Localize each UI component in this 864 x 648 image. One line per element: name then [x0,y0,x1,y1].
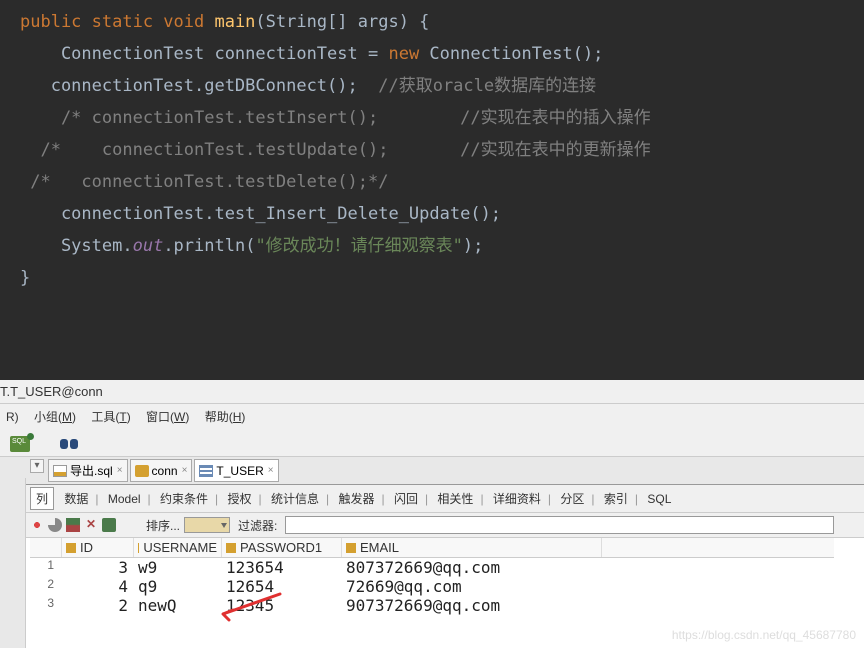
code-line-6: /* connectionTest.testDelete();*/ [0,166,864,198]
data-grid: ID USERNAME PASSWORD1 EMAIL 1 3 w9 12365… [0,538,864,615]
side-panel [0,478,26,648]
tab-tuser[interactable]: T_USER× [194,459,278,482]
code-line-4: /* connectionTest.testInsert(); //实现在表中的… [0,102,864,134]
code-line-3: connectionTest.getDBConnect(); //获取oracl… [0,70,864,102]
code-line-10: System.out.println("修改成功！请仔细观察表"); [0,230,864,262]
filter-toolbar: ✕ 排序... 过滤器: [0,513,864,538]
column-icon [346,543,356,553]
subtab-index[interactable]: 索引 [598,487,634,510]
sort-label: 排序... [146,517,180,534]
title-bar: T.T_USER@conn [0,380,864,404]
rollback-icon[interactable] [120,518,134,532]
menu-bar: R) 小组(M) 工具(T) 窗口(W) 帮助(H) [0,404,864,429]
code-line-1: public static void main(String[] args) { [0,6,864,38]
table-row[interactable]: 2 4 q9 12654 72669@qq.com [30,577,834,596]
table-row[interactable]: 1 3 w9 123654 807372669@qq.com [30,558,834,577]
sub-tabs: 列 数据| Model| 约束条件| 授权| 统计信息| 触发器| 闪回| 相关… [0,485,864,513]
column-icon [226,543,236,553]
header-email[interactable]: EMAIL [342,538,602,557]
subtab-trigger[interactable]: 触发器 [332,487,380,510]
close-icon[interactable]: × [182,465,188,476]
watermark: https://blog.csdn.net/qq_45687780 [672,628,856,642]
pin-icon[interactable] [30,518,44,532]
close-icon[interactable]: × [117,465,123,476]
header-id[interactable]: ID [62,538,134,557]
tab-conn[interactable]: conn× [130,459,193,482]
subtab-partition[interactable]: 分区 [554,487,590,510]
insert-row-icon[interactable] [66,518,80,532]
filter-label: 过滤器: [238,517,277,534]
sql-file-icon [53,465,67,477]
grid-header: ID USERNAME PASSWORD1 EMAIL [30,538,834,558]
subtab-sql[interactable]: SQL [641,489,677,509]
column-icon [138,543,139,553]
tab-export-sql[interactable]: 导出.sql× [48,459,128,482]
header-password[interactable]: PASSWORD1 [222,538,342,557]
menu-r[interactable]: R) [0,408,25,426]
table-row[interactable]: 3 2 newQ 12345 907372669@qq.com [30,596,834,615]
menu-tools[interactable]: 工具(T) [85,406,136,427]
code-line-2: ConnectionTest connectionTest = new Conn… [0,38,864,70]
code-line-5: /* connectionTest.testUpdate(); //实现在表中的… [0,134,864,166]
subtab-grant[interactable]: 授权 [221,487,257,510]
code-line-11: } [0,262,864,294]
delete-row-icon[interactable]: ✕ [84,518,98,532]
sql-worksheet-icon[interactable] [10,436,30,452]
header-rownum [30,538,62,557]
commit-icon[interactable] [102,518,116,532]
table-icon [199,465,213,477]
filter-input[interactable] [285,516,834,534]
connection-icon [135,465,149,477]
subtab-model[interactable]: Model [102,489,147,509]
refresh-icon[interactable] [48,518,62,532]
subtab-constraint[interactable]: 约束条件 [154,487,214,510]
column-icon [66,543,76,553]
menu-help[interactable]: 帮助(H) [199,406,252,427]
menu-group[interactable]: 小组(M) [28,406,82,427]
code-line-8: connectionTest.test_Insert_Delete_Update… [0,198,864,230]
sort-dropdown[interactable] [184,517,230,533]
subtab-data[interactable]: 数据 [58,487,94,510]
subtab-columns[interactable]: 列 [30,487,54,510]
file-tabs: ▾ 导出.sql× conn× T_USER× [0,457,864,485]
subtab-flashback[interactable]: 闪回 [388,487,424,510]
binoculars-icon[interactable] [60,437,78,451]
code-editor[interactable]: public static void main(String[] args) {… [0,0,864,380]
header-username[interactable]: USERNAME [134,538,222,557]
menu-window[interactable]: 窗口(W) [140,406,195,427]
subtab-stats[interactable]: 统计信息 [265,487,325,510]
toolbar [0,429,864,457]
subtab-dependencies[interactable]: 相关性 [431,487,479,510]
close-icon[interactable]: × [268,465,274,476]
panel-toggle-icon[interactable]: ▾ [30,459,44,473]
subtab-details[interactable]: 详细资料 [487,487,547,510]
